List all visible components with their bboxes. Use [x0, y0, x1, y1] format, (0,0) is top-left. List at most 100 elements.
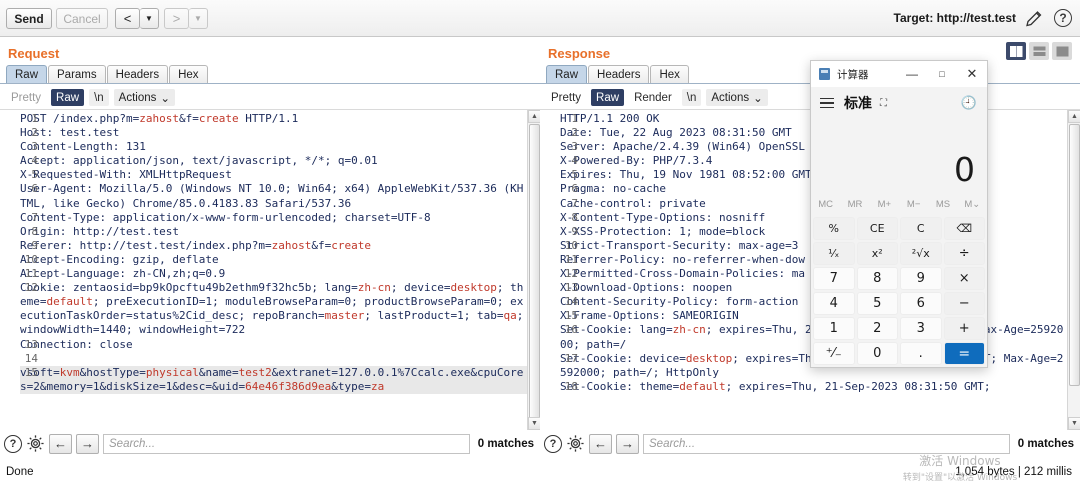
scroll-thumb[interactable] [1069, 124, 1080, 386]
history-back-button[interactable]: < [115, 8, 140, 29]
response-tab-hex[interactable]: Hex [650, 65, 689, 84]
request-search-next-button[interactable]: → [76, 433, 99, 454]
line-number: 4 [571, 154, 578, 168]
calculator-key-fn[interactable]: ¹⁄ₓ [813, 242, 855, 265]
response-searchbar: ? ← → 0 matches [540, 430, 1080, 457]
response-search-next-button[interactable]: → [616, 433, 639, 454]
calculator-memory-ms-button[interactable]: MS [928, 199, 957, 210]
gear-icon[interactable] [26, 434, 45, 453]
calculator-key-num[interactable]: . [900, 342, 942, 365]
pencil-icon[interactable] [1024, 9, 1044, 29]
request-tab-raw[interactable]: Raw [6, 65, 48, 84]
cancel-button[interactable]: Cancel [56, 8, 108, 29]
response-tab-headers[interactable]: Headers [588, 65, 650, 84]
request-tab-headers[interactable]: Headers [106, 65, 169, 84]
calculator-memory-m-button[interactable]: M⌄ [958, 199, 987, 210]
calculator-key-8[interactable]: 8 [856, 267, 898, 290]
scroll-thumb[interactable] [529, 124, 540, 420]
calculator-key-2[interactable]: 2 [856, 317, 898, 340]
response-status-text: 1,054 bytes | 212 millis [955, 466, 1072, 478]
history-forward-dropdown-icon[interactable]: ▼ [189, 8, 208, 29]
calculator-key-c[interactable]: C [900, 217, 942, 240]
calculator-key-eq[interactable]: = [943, 342, 985, 365]
calculator-memory-row: MC MR M+ M− MS M⌄ [811, 193, 987, 215]
calculator-memory-m-button[interactable]: M+ [870, 199, 899, 210]
keep-on-top-icon[interactable]: ⛶ [880, 98, 887, 109]
request-pretty-button[interactable]: Pretty [6, 89, 46, 106]
calculator-memory-mc-button[interactable]: MC [811, 199, 840, 210]
scroll-down-icon[interactable]: ▼ [528, 417, 540, 430]
calculator-key-op[interactable]: − [943, 292, 985, 315]
response-pretty-button[interactable]: Pretty [546, 89, 586, 106]
layout-vertical-split-button[interactable] [1006, 42, 1026, 60]
response-search-prev-button[interactable]: ← [589, 433, 612, 454]
request-raw-button[interactable]: Raw [51, 89, 85, 106]
calculator-key-4[interactable]: 4 [813, 292, 855, 315]
request-search-prev-button[interactable]: ← [49, 433, 72, 454]
response-help-icon[interactable]: ? [544, 434, 562, 453]
gear-icon[interactable] [566, 434, 585, 453]
line-number: 6 [571, 182, 578, 196]
request-tab-params[interactable]: Params [48, 65, 106, 84]
line-number: 5 [571, 168, 578, 182]
history-back-dropdown-icon[interactable]: ▼ [140, 8, 159, 29]
calculator-titlebar[interactable]: 计算器 — □ ✕ [811, 61, 987, 87]
maximize-icon[interactable]: □ [927, 61, 957, 87]
request-tab-hex[interactable]: Hex [169, 65, 208, 84]
calculator-key-6[interactable]: 6 [900, 292, 942, 315]
scroll-up-icon[interactable]: ▲ [1068, 110, 1080, 123]
calculator-key-5[interactable]: 5 [856, 292, 898, 315]
request-editor[interactable]: 1 POST /index.php?m=zahost&f=create HTTP/… [0, 109, 540, 430]
calculator-memory-m-button[interactable]: M− [899, 199, 928, 210]
response-raw-button[interactable]: Raw [591, 89, 625, 106]
close-icon[interactable]: ✕ [957, 61, 987, 87]
request-actions-button[interactable]: Actions ⌄ [113, 89, 176, 106]
layout-single-pane-button[interactable] [1052, 42, 1072, 60]
code-line: 11 Accept-Language: zh-CN,zh;q=0.9 [20, 267, 226, 281]
request-searchbar: ? ← → 0 matches [0, 430, 540, 457]
history-forward-button[interactable]: > [164, 8, 189, 29]
calculator-keypad: % CE C ⌫ ¹⁄ₓ x² ²√x ÷ 7 8 9 × 4 5 6− 1 2 3 + ⁺⁄₋ 0. = [811, 215, 987, 367]
help-icon[interactable]: ? [1054, 9, 1072, 27]
response-search-input[interactable] [643, 433, 1010, 454]
calculator-key-fn[interactable]: ⌫ [943, 217, 985, 240]
calculator-key-x[interactable]: ²√x [900, 242, 942, 265]
calculator-key-num[interactable]: ⁺⁄₋ [813, 342, 855, 365]
request-search-input[interactable] [103, 433, 470, 454]
response-newline-button[interactable]: \n [681, 89, 702, 106]
calculator-key-1[interactable]: 1 [813, 317, 855, 340]
send-button[interactable]: Send [6, 8, 52, 29]
line-number: 8 [571, 210, 578, 224]
calculator-key-9[interactable]: 9 [900, 267, 942, 290]
line-number: 13 [24, 337, 38, 351]
response-vertical-scrollbar[interactable]: ▲ ▼ [1067, 110, 1080, 430]
response-tab-raw[interactable]: Raw [546, 65, 588, 84]
calculator-memory-mr-button[interactable]: MR [840, 199, 869, 210]
calculator-key-op[interactable]: × [943, 267, 985, 290]
request-actions-label: Actions [118, 91, 157, 104]
response-actions-button[interactable]: Actions ⌄ [706, 89, 768, 106]
calculator-key-7[interactable]: 7 [813, 267, 855, 290]
response-render-button[interactable]: Render [629, 89, 677, 106]
calculator-window[interactable]: 计算器 — □ ✕ 标准 ⛶ 🕘 0 MC MR M+ M− MS M⌄ % CE C ⌫ ¹⁄ₓ… [810, 60, 988, 368]
history-icon[interactable]: 🕘 [961, 95, 977, 111]
scroll-down-icon[interactable]: ▼ [1068, 417, 1080, 430]
layout-horizontal-split-button[interactable] [1029, 42, 1049, 60]
request-help-icon[interactable]: ? [4, 434, 22, 453]
request-subbar: Pretty Raw \n Actions ⌄ [6, 89, 176, 106]
calculator-key-0[interactable]: 0 [856, 342, 898, 365]
request-code-body[interactable]: 1 POST /index.php?m=zahost&f=create HTTP/… [0, 112, 527, 430]
hamburger-menu-icon[interactable] [820, 97, 834, 109]
calculator-key-op[interactable]: + [943, 317, 985, 340]
request-vertical-scrollbar[interactable]: ▲ ▼ [527, 110, 540, 430]
calculator-key-3[interactable]: 3 [900, 317, 942, 340]
request-newline-button[interactable]: \n [89, 89, 109, 106]
scroll-up-icon[interactable]: ▲ [528, 110, 540, 123]
minimize-icon[interactable]: — [897, 61, 927, 87]
request-tabstrip-rule [0, 83, 540, 84]
calculator-key-ce[interactable]: CE [856, 217, 898, 240]
calculator-key-fn[interactable]: % [813, 217, 855, 240]
line-number: 14 [24, 351, 38, 365]
calculator-key-op[interactable]: ÷ [943, 242, 985, 265]
calculator-key-x[interactable]: x² [856, 242, 898, 265]
